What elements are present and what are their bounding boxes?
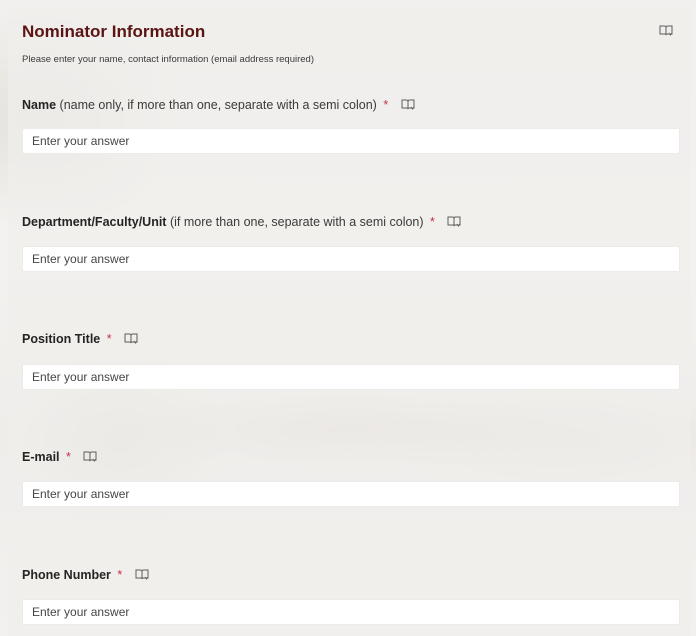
question-email: E-mail * [22, 449, 680, 507]
question-title: Phone Number [22, 568, 111, 582]
required-asterisk: * [117, 568, 123, 582]
question-hint: (if more than one, separate with a semi … [169, 215, 424, 229]
email-answer-input[interactable] [22, 481, 680, 507]
question-label: Phone Number * [22, 567, 680, 583]
section-title: Nominator Information [22, 22, 206, 41]
question-department: Department/Faculty/Unit (if more than on… [22, 214, 680, 272]
section-description: Please enter your name, contact informat… [22, 54, 315, 65]
immersive-reader-icon[interactable] [124, 332, 138, 345]
question-title: Name [22, 98, 57, 112]
required-asterisk: * [66, 450, 71, 464]
immersive-reader-icon[interactable] [659, 24, 673, 37]
question-title: E-mail [22, 450, 60, 464]
question-label: Department/Faculty/Unit (if more than on… [22, 214, 680, 230]
immersive-reader-icon[interactable] [135, 568, 149, 581]
question-name: Name (name only, if more than one, separ… [22, 97, 680, 154]
department-answer-input[interactable] [22, 246, 680, 272]
name-answer-input[interactable] [22, 128, 680, 154]
question-phone-number: Phone Number * [22, 567, 680, 625]
question-hint: (name only, if more than one, separate w… [59, 98, 377, 112]
required-asterisk: * [106, 332, 112, 346]
immersive-reader-icon[interactable] [447, 215, 461, 228]
immersive-reader-icon[interactable] [83, 450, 97, 463]
question-label: E-mail * [22, 449, 680, 465]
question-position-title: Position Title * [22, 331, 680, 390]
required-asterisk: * [383, 98, 389, 112]
question-title: Department/Faculty/Unit [22, 215, 167, 229]
required-asterisk: * [430, 215, 435, 229]
immersive-reader-icon[interactable] [401, 98, 415, 111]
question-label: Name (name only, if more than one, separ… [22, 97, 680, 113]
question-label: Position Title * [22, 331, 680, 347]
question-title: Position Title [22, 332, 101, 346]
position-title-answer-input[interactable] [22, 364, 680, 390]
phone-number-answer-input[interactable] [22, 599, 680, 625]
